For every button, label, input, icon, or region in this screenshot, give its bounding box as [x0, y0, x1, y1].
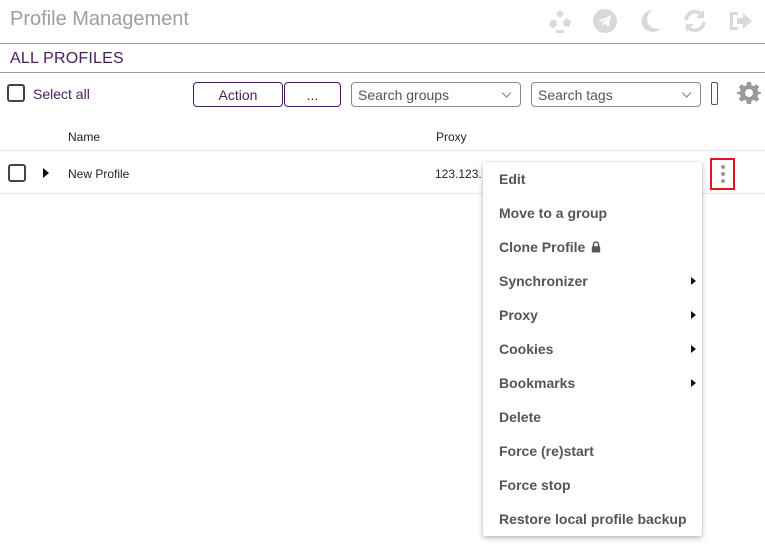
- menu-item-force-restart[interactable]: Force (re)start: [483, 434, 702, 468]
- app-title: Profile Management: [10, 8, 189, 30]
- menu-item-cookies[interactable]: Cookies: [483, 332, 702, 366]
- menu-item-label: Clone Profile: [499, 239, 586, 255]
- recycle-icon[interactable]: [546, 7, 573, 34]
- search-tags-placeholder: Search tags: [538, 86, 613, 103]
- menu-item-clone-profile[interactable]: Clone Profile: [483, 230, 702, 264]
- logout-icon[interactable]: [726, 7, 753, 34]
- action-button[interactable]: Action: [193, 82, 283, 107]
- menu-item-label: Move to a group: [499, 205, 608, 221]
- submenu-caret-icon: [691, 379, 696, 387]
- menu-item-synchronizer[interactable]: Synchronizer: [483, 264, 702, 298]
- menu-item-force-stop[interactable]: Force stop: [483, 468, 702, 502]
- section-divider: [0, 72, 765, 73]
- search-groups-dropdown[interactable]: Search groups: [351, 82, 521, 107]
- chevron-down-icon: [681, 92, 692, 98]
- kebab-dot: [721, 179, 725, 183]
- gear-icon[interactable]: [737, 81, 761, 105]
- menu-item-label: Force stop: [499, 477, 571, 493]
- header-icon-bar: [528, 7, 753, 34]
- row-checkbox[interactable]: [8, 164, 26, 182]
- menu-item-label: Edit: [499, 171, 526, 187]
- telegram-icon[interactable]: [591, 7, 618, 34]
- menu-item-label: Force (re)start: [499, 443, 594, 459]
- menu-item-proxy[interactable]: Proxy: [483, 298, 702, 332]
- header-divider: [0, 150, 765, 151]
- menu-item-label: Proxy: [499, 307, 538, 323]
- select-all-label[interactable]: Select all: [33, 86, 90, 102]
- menu-item-label: Bookmarks: [499, 375, 576, 391]
- search-groups-placeholder: Search groups: [358, 86, 450, 103]
- menu-item-label: Synchronizer: [499, 273, 588, 289]
- search-tags-dropdown[interactable]: Search tags: [531, 82, 701, 107]
- menu-item-label: Restore local profile backup: [499, 511, 687, 527]
- menu-item-edit[interactable]: Edit: [483, 162, 702, 196]
- kebab-dot: [721, 172, 725, 176]
- menu-item-label: Cookies: [499, 341, 554, 357]
- dark-mode-moon-icon[interactable]: [636, 7, 663, 34]
- section-title: ALL PROFILES: [10, 50, 124, 67]
- profile-context-menu: Edit Move to a group Clone Profile Synch…: [483, 162, 702, 536]
- app-header: Profile Management: [0, 0, 765, 44]
- extra-filter-input[interactable]: [711, 82, 718, 105]
- sync-icon[interactable]: [681, 7, 708, 34]
- menu-item-move-to-group[interactable]: Move to a group: [483, 196, 702, 230]
- menu-item-restore-backup[interactable]: Restore local profile backup: [483, 502, 702, 536]
- column-header-proxy[interactable]: Proxy: [436, 130, 467, 144]
- profile-name-cell[interactable]: New Profile: [68, 167, 129, 181]
- lock-icon: [591, 241, 601, 253]
- row-options-kebab-button[interactable]: [710, 158, 735, 190]
- kebab-dot: [721, 165, 725, 169]
- column-header-name[interactable]: Name: [68, 130, 100, 144]
- chevron-down-icon: [501, 92, 512, 98]
- profile-proxy-cell: 123.123.: [435, 167, 482, 181]
- select-all-checkbox[interactable]: [7, 84, 25, 102]
- more-button[interactable]: ...: [284, 82, 341, 107]
- expand-row-caret-icon[interactable]: [43, 168, 49, 178]
- submenu-caret-icon: [691, 311, 696, 319]
- menu-item-label: Delete: [499, 409, 542, 425]
- menu-item-delete[interactable]: Delete: [483, 400, 702, 434]
- submenu-caret-icon: [691, 345, 696, 353]
- menu-item-bookmarks[interactable]: Bookmarks: [483, 366, 702, 400]
- submenu-caret-icon: [691, 277, 696, 285]
